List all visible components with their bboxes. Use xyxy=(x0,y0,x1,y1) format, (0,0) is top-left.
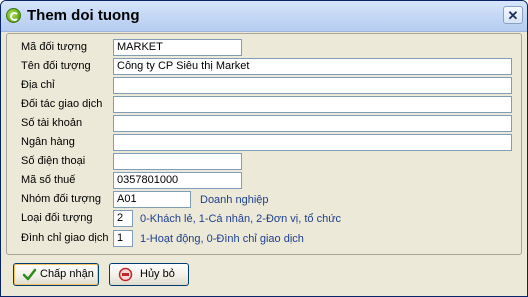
window-title: Them doi tuong xyxy=(27,7,140,24)
title-bar[interactable]: Them doi tuong ✕ xyxy=(1,1,527,32)
input-so-tai-khoan[interactable] xyxy=(113,115,512,132)
label-dia-chi: Địa chỉ xyxy=(21,79,55,91)
input-ngan-hang[interactable] xyxy=(113,134,512,151)
cancel-button[interactable]: Hủy bỏ xyxy=(109,263,189,286)
dinh-chi-giao-dich-hint: 1-Hoạt động, 0-Đình chỉ giao dịch xyxy=(140,233,304,245)
label-doi-tac-giao-dich: Đối tác giao dịch xyxy=(21,98,103,110)
close-icon: ✕ xyxy=(507,8,519,23)
label-loai-doi-tuong: Loại đối tượng xyxy=(21,212,93,224)
accept-button-label: Chấp nhận xyxy=(40,268,94,280)
input-loai-doi-tuong[interactable]: 2 xyxy=(113,210,133,227)
label-so-tai-khoan: Số tài khoản xyxy=(21,117,83,129)
label-ten-doi-tuong: Tên đối tượng xyxy=(21,60,91,72)
input-dinh-chi-giao-dich[interactable]: 1 xyxy=(113,230,133,247)
nhom-doi-tuong-description: Doanh nghiệp xyxy=(200,194,269,206)
input-ten-doi-tuong[interactable]: Công ty CP Siêu thị Market xyxy=(113,58,512,75)
form-panel: Mã đối tượng MARKET Tên đối tượng Công t… xyxy=(6,33,522,255)
input-dia-chi[interactable] xyxy=(113,77,512,94)
checkmark-icon xyxy=(22,268,37,281)
label-ngan-hang: Ngân hàng xyxy=(21,136,75,148)
dialog-window: Them doi tuong ✕ Mã đối tượng MARKET Tên… xyxy=(0,0,528,297)
cancel-icon xyxy=(118,267,133,282)
loai-doi-tuong-hint: 0-Khách lẻ, 1-Cá nhân, 2-Đơn vị, tổ chức xyxy=(140,213,342,225)
accept-button[interactable]: Chấp nhận xyxy=(13,263,99,286)
input-doi-tac-giao-dich[interactable] xyxy=(113,96,512,113)
label-so-dien-thoai: Số điện thoại xyxy=(21,155,86,167)
label-ma-so-thue: Mã số thuế xyxy=(21,174,76,186)
app-logo-icon xyxy=(6,8,21,23)
input-ma-so-thue[interactable]: 0357801000 xyxy=(113,172,242,189)
close-button[interactable]: ✕ xyxy=(503,6,523,24)
label-ma-doi-tuong: Mã đối tượng xyxy=(21,41,87,53)
label-dinh-chi-giao-dich: Đình chỉ giao dịch xyxy=(21,232,109,244)
input-ma-doi-tuong[interactable]: MARKET xyxy=(113,39,242,56)
input-nhom-doi-tuong[interactable]: A01 xyxy=(113,191,191,208)
cancel-button-label: Hủy bỏ xyxy=(140,268,175,280)
input-so-dien-thoai[interactable] xyxy=(113,153,242,170)
label-nhom-doi-tuong: Nhóm đối tượng xyxy=(21,193,102,205)
